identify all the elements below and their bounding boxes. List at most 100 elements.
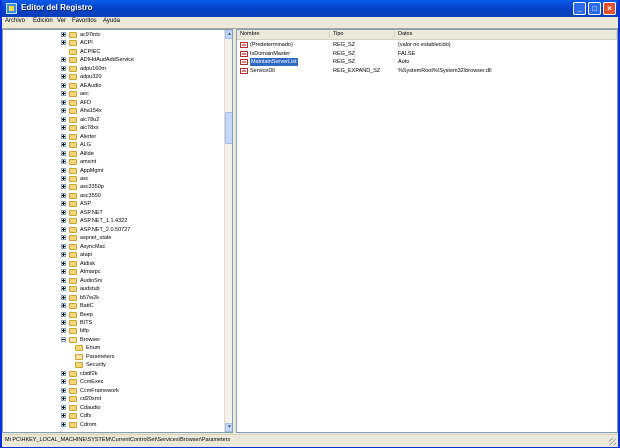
menu-favoritos[interactable]: Favoritos	[72, 18, 97, 24]
tree-node-label[interactable]: aic78xx	[80, 124, 99, 132]
minimize-button[interactable]: _	[573, 2, 586, 15]
column-header-nombre[interactable]: Nombre	[237, 31, 330, 38]
expand-icon[interactable]	[61, 311, 66, 317]
tree-vertical-scrollbar[interactable]: ▲ ▼	[224, 30, 232, 432]
expand-icon[interactable]	[61, 40, 66, 46]
value-name[interactable]: MaintainServerList	[250, 58, 298, 66]
expand-icon[interactable]	[61, 175, 66, 181]
expand-icon[interactable]	[61, 328, 66, 334]
scroll-down-icon[interactable]: ▼	[225, 423, 232, 432]
scroll-thumb[interactable]	[225, 112, 232, 144]
tree-node-label[interactable]: b57w2k	[80, 294, 99, 302]
value-name[interactable]: ServiceDll	[250, 67, 275, 75]
tree-node-label[interactable]: ALG	[80, 141, 91, 149]
tree-node-label[interactable]: BattC	[80, 302, 94, 310]
tree-node-label[interactable]: ac97intc	[80, 31, 101, 39]
tree-node-label[interactable]: ASP.NET_2.0.50727	[80, 226, 130, 234]
menu-archivo[interactable]: Archivo	[5, 18, 25, 24]
tree-node-label[interactable]: asc	[80, 175, 89, 183]
tree-node-label[interactable]: Alerter	[80, 133, 96, 141]
tree-node-label[interactable]: CcmFramework	[80, 387, 119, 395]
menu-ayuda[interactable]: Ayuda	[103, 18, 120, 24]
expand-icon[interactable]	[61, 74, 66, 80]
expand-icon[interactable]	[61, 133, 66, 139]
tree-node-label[interactable]: AsyncMac	[80, 243, 105, 251]
expand-icon[interactable]	[61, 277, 66, 283]
expand-icon[interactable]	[61, 142, 66, 148]
tree-node-label[interactable]: AppMgmt	[80, 167, 104, 175]
expand-icon[interactable]	[61, 260, 66, 266]
tree-node-label[interactable]: Browser	[80, 336, 100, 344]
expand-icon[interactable]	[61, 319, 66, 325]
tree-node-label[interactable]: Security	[86, 361, 106, 369]
maximize-button[interactable]: □	[588, 2, 601, 15]
expand-icon[interactable]	[61, 57, 66, 63]
tree-node-label[interactable]: Atdisk	[80, 260, 95, 268]
expand-icon[interactable]	[61, 91, 66, 97]
scroll-up-icon[interactable]: ▲	[225, 30, 232, 39]
expand-icon[interactable]	[61, 226, 66, 232]
expand-icon[interactable]	[61, 192, 66, 198]
tree-node-label[interactable]: Cdfs	[80, 412, 91, 420]
expand-icon[interactable]	[61, 150, 66, 156]
tree-node-label[interactable]: ACPIEC	[80, 48, 100, 56]
resize-grip-icon[interactable]	[609, 438, 616, 445]
tree-node-label[interactable]: Beep	[80, 311, 93, 319]
expand-icon[interactable]	[61, 413, 66, 419]
expand-icon[interactable]	[61, 184, 66, 190]
tree-node-label[interactable]: ASP	[80, 200, 91, 208]
tree-node-label[interactable]: Aha154x	[80, 107, 102, 115]
value-row[interactable]: ab (Predeterminado) REG_SZ (valor no establ…	[237, 41, 617, 49]
expand-icon[interactable]	[61, 201, 66, 207]
value-name[interactable]: (Predeterminado)	[250, 41, 293, 49]
column-header-tipo[interactable]: Tipo	[330, 31, 395, 38]
tree-node-label[interactable]: aec	[80, 90, 89, 98]
expand-icon[interactable]	[61, 370, 66, 376]
expand-icon[interactable]	[61, 387, 66, 393]
tree-node-label[interactable]: asc3550	[80, 192, 101, 200]
tree-node-label[interactable]: ACPI	[80, 39, 93, 47]
expand-icon[interactable]	[61, 116, 66, 122]
expand-icon[interactable]	[61, 82, 66, 88]
tree-node-label[interactable]: CcmExec	[80, 378, 104, 386]
tree-node-label[interactable]: cd20xrnt	[80, 395, 101, 403]
expand-icon[interactable]	[61, 421, 66, 427]
expand-icon[interactable]	[61, 404, 66, 410]
tree-node-label[interactable]: asc3350p	[80, 183, 104, 191]
tree-node-label[interactable]: AFD	[80, 99, 91, 107]
expand-icon[interactable]	[61, 303, 66, 309]
tree-node-label[interactable]: AudioSrv	[80, 277, 102, 285]
tree-node-label[interactable]: ASP.NET_1.1.4322	[80, 217, 127, 225]
column-header-datos[interactable]: Datos	[395, 31, 617, 38]
tree-node-label[interactable]: amsint	[80, 158, 96, 166]
expand-icon[interactable]	[61, 159, 66, 165]
value-row[interactable]: ab IsDomainMaster REG_SZ FALSE	[237, 50, 617, 58]
expand-icon[interactable]	[61, 269, 66, 275]
expand-icon[interactable]	[61, 218, 66, 224]
tree-node-label[interactable]: aspnet_state	[80, 234, 112, 242]
expand-icon[interactable]	[61, 32, 66, 37]
tree-node-label[interactable]: Enum	[86, 344, 100, 352]
close-button[interactable]: ×	[603, 2, 616, 15]
expand-icon[interactable]	[61, 99, 66, 105]
tree-node-label[interactable]: AEAudio	[80, 82, 101, 90]
expand-icon[interactable]	[61, 235, 66, 241]
value-row[interactable]: ab MaintainServerList REG_SZ Auto	[237, 58, 617, 66]
tree-node-label[interactable]: BITS	[80, 319, 92, 327]
collapse-icon[interactable]	[61, 336, 66, 342]
expand-icon[interactable]	[61, 252, 66, 258]
title-bar[interactable]: Editor del Registro _ □ ×	[2, 0, 618, 17]
expand-icon[interactable]	[61, 286, 66, 292]
value-row[interactable]: ab ServiceDll REG_EXPAND_SZ %SystemRoot%\Sy…	[237, 67, 617, 75]
tree-node-label[interactable]: ADIHdAudAddService	[80, 56, 134, 64]
expand-icon[interactable]	[61, 108, 66, 114]
tree-node-label[interactable]: blfp	[80, 327, 89, 335]
menu-ver[interactable]: Ver	[57, 18, 66, 24]
menu-edicion[interactable]: Edición	[33, 18, 53, 24]
registry-key-tree[interactable]: ▲ ▼ ac97intc ACPI ACPIEC ADIHdAudAddService…	[2, 29, 233, 433]
tree-node-label[interactable]: atapi	[80, 251, 92, 259]
expand-icon[interactable]	[61, 294, 66, 300]
expand-icon[interactable]	[61, 65, 66, 71]
expand-icon[interactable]	[61, 167, 66, 173]
tree-node-label[interactable]: Cdrom	[80, 421, 97, 429]
